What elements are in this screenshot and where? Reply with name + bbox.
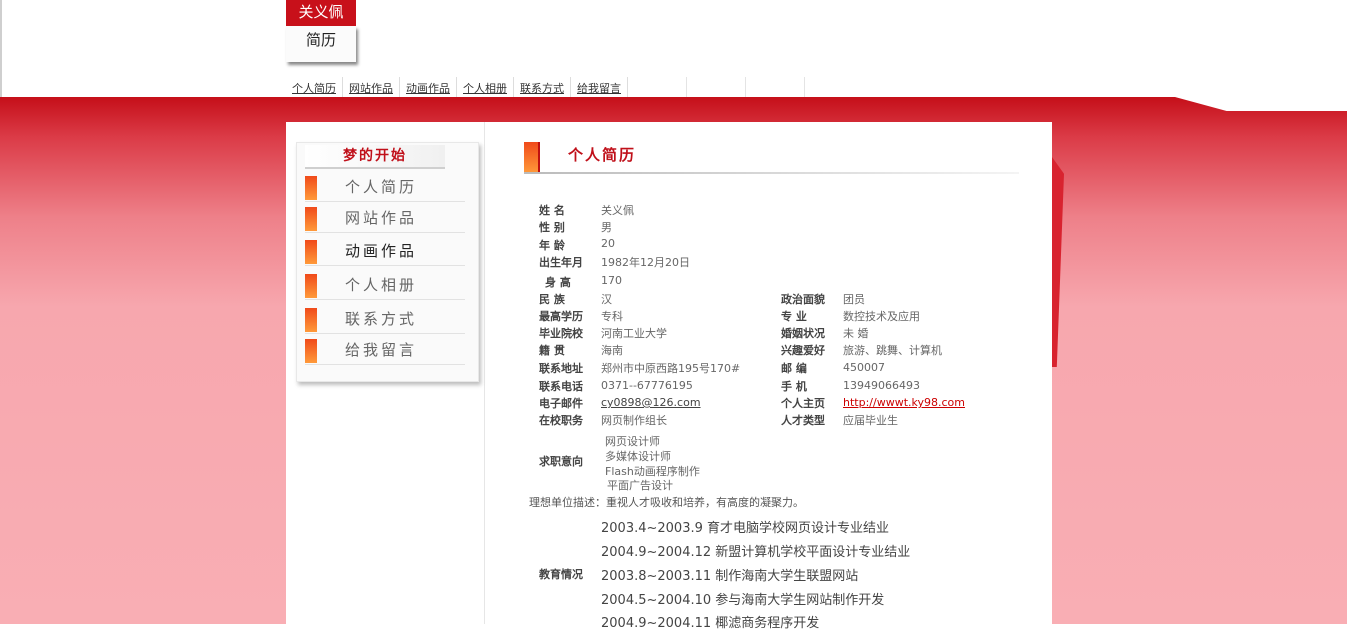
homepage-link[interactable]: http://wwwt.ky98.com <box>843 396 965 409</box>
side-menu-item-resume[interactable]: 个人简历 <box>305 173 465 202</box>
menu-item-marker <box>305 207 317 231</box>
menu-item-marker <box>305 240 317 264</box>
nav-guestbook[interactable]: 给我留言 <box>571 77 628 97</box>
address-value: 郑州市中原西路195号170# <box>601 362 741 375</box>
nav-animation[interactable]: 动画作品 <box>400 77 457 97</box>
postcode-label: 邮 编 <box>781 362 807 375</box>
height-value: 170 <box>601 274 622 287</box>
mobile-label: 手 机 <box>781 380 807 393</box>
education-item: 2004.9~2004.12 新盟计算机学校平面设计专业结业 <box>601 545 911 560</box>
position-value: 网页制作组长 <box>601 414 667 427</box>
marital-label: 婚姻状况 <box>781 327 825 340</box>
job-intent-label: 求职意向 <box>539 455 583 468</box>
logo-subtitle: 简历 <box>286 26 356 62</box>
column-divider <box>484 122 485 624</box>
side-menu-label: 个人相册 <box>345 276 418 294</box>
postcode-value: 450007 <box>843 361 885 374</box>
job-intent-item: 多媒体设计师 <box>605 450 671 463</box>
education-value: 专科 <box>601 310 623 323</box>
section-marker <box>524 142 540 173</box>
political-label: 政治面貌 <box>781 293 825 306</box>
height-label: 身 高 <box>545 276 571 289</box>
side-menu-label: 网站作品 <box>345 209 418 227</box>
talent-value: 应届毕业生 <box>843 414 898 427</box>
name-label: 姓 名 <box>539 204 565 217</box>
page-left-border <box>0 0 2 97</box>
menu-item-marker <box>305 176 317 200</box>
education-item: 2004.5~2004.10 参与海南大学生网站制作开发 <box>601 593 885 608</box>
education-label: 最高学历 <box>539 310 583 323</box>
content-panel: 梦的开始 个人简历 网站作品 动画作品 个人相册 联系方式 给我留言 个人简历 … <box>286 122 1052 631</box>
section-title: 个人简历 <box>568 146 637 164</box>
age-value: 20 <box>601 237 615 250</box>
side-menu-label: 动画作品 <box>345 242 418 260</box>
top-nav: 个人简历 网站作品 动画作品 个人相册 联系方式 给我留言 <box>286 77 805 97</box>
ethnicity-label: 民 族 <box>539 293 565 306</box>
hobby-label: 兴趣爱好 <box>781 344 825 357</box>
nav-album[interactable]: 个人相册 <box>457 77 514 97</box>
school-label: 毕业院校 <box>539 327 583 340</box>
side-menu-label: 给我留言 <box>345 341 418 359</box>
nav-web-works[interactable]: 网站作品 <box>343 77 400 97</box>
side-menu-label: 联系方式 <box>345 310 418 328</box>
major-label: 专 业 <box>781 310 807 323</box>
logo-name: 关义佩 <box>286 0 356 26</box>
section-underline <box>524 172 1019 174</box>
mobile-value: 13949066493 <box>843 379 920 392</box>
education-item: 2003.8~2003.11 制作海南大学生联盟网站 <box>601 569 859 584</box>
address-label: 联系地址 <box>539 362 583 375</box>
menu-item-marker <box>305 308 317 332</box>
side-menu-item-animation[interactable]: 动画作品 <box>305 237 465 266</box>
phone-value: 0371--67776195 <box>601 379 693 392</box>
education-item: 2003.4~2003.9 育才电脑学校网页设计专业结业 <box>601 521 889 536</box>
menu-item-marker <box>305 274 317 298</box>
email-label: 电子邮件 <box>539 397 583 410</box>
birth-value: 1982年12月20日 <box>601 256 690 269</box>
side-menu-title: 梦的开始 <box>305 145 445 169</box>
name-value: 关义佩 <box>601 204 634 217</box>
political-value: 团员 <box>843 293 865 306</box>
position-label: 在校职务 <box>539 414 583 427</box>
education-history-label: 教育情况 <box>539 568 583 581</box>
ethnicity-value: 汉 <box>601 293 612 306</box>
hobby-value: 旅游、跳舞、计算机 <box>843 344 942 357</box>
side-menu-item-web-works[interactable]: 网站作品 <box>305 204 465 233</box>
phone-label: 联系电话 <box>539 380 583 393</box>
school-value: 河南工业大学 <box>601 327 667 340</box>
nav-spacer <box>687 77 746 97</box>
menu-item-marker <box>305 339 317 363</box>
ideal-employer-text: 理想单位描述：重视人才吸收和培养，有高度的凝聚力。 <box>529 496 804 509</box>
native-value: 海南 <box>601 344 623 357</box>
side-menu-item-guestbook[interactable]: 给我留言 <box>305 336 465 365</box>
talent-label: 人才类型 <box>781 414 825 427</box>
nav-resume[interactable]: 个人简历 <box>286 77 343 97</box>
major-value: 数控技术及应用 <box>843 310 920 323</box>
birth-label: 出生年月 <box>539 256 583 269</box>
gender-label: 性 别 <box>539 221 565 234</box>
side-menu: 梦的开始 个人简历 网站作品 动画作品 个人相册 联系方式 给我留言 <box>296 142 479 382</box>
native-label: 籍 贯 <box>539 344 565 357</box>
education-item: 2004.9~2004.11 椰滤商务程序开发 <box>601 616 820 631</box>
gender-value: 男 <box>601 221 612 234</box>
age-label: 年 龄 <box>539 239 565 252</box>
site-logo[interactable]: 关义佩 简历 <box>286 0 356 62</box>
job-intent-item: 网页设计师 <box>605 435 660 448</box>
side-menu-item-contact[interactable]: 联系方式 <box>305 305 465 334</box>
marital-value: 未 婚 <box>843 327 869 340</box>
side-menu-item-album[interactable]: 个人相册 <box>305 271 465 300</box>
homepage-label: 个人主页 <box>781 397 825 410</box>
email-link[interactable]: cy0898@126.com <box>601 396 701 409</box>
nav-spacer <box>628 77 687 97</box>
nav-contact[interactable]: 联系方式 <box>514 77 571 97</box>
job-intent-item: 平面广告设计 <box>607 479 673 492</box>
nav-spacer <box>746 77 805 97</box>
side-menu-label: 个人简历 <box>345 178 418 196</box>
